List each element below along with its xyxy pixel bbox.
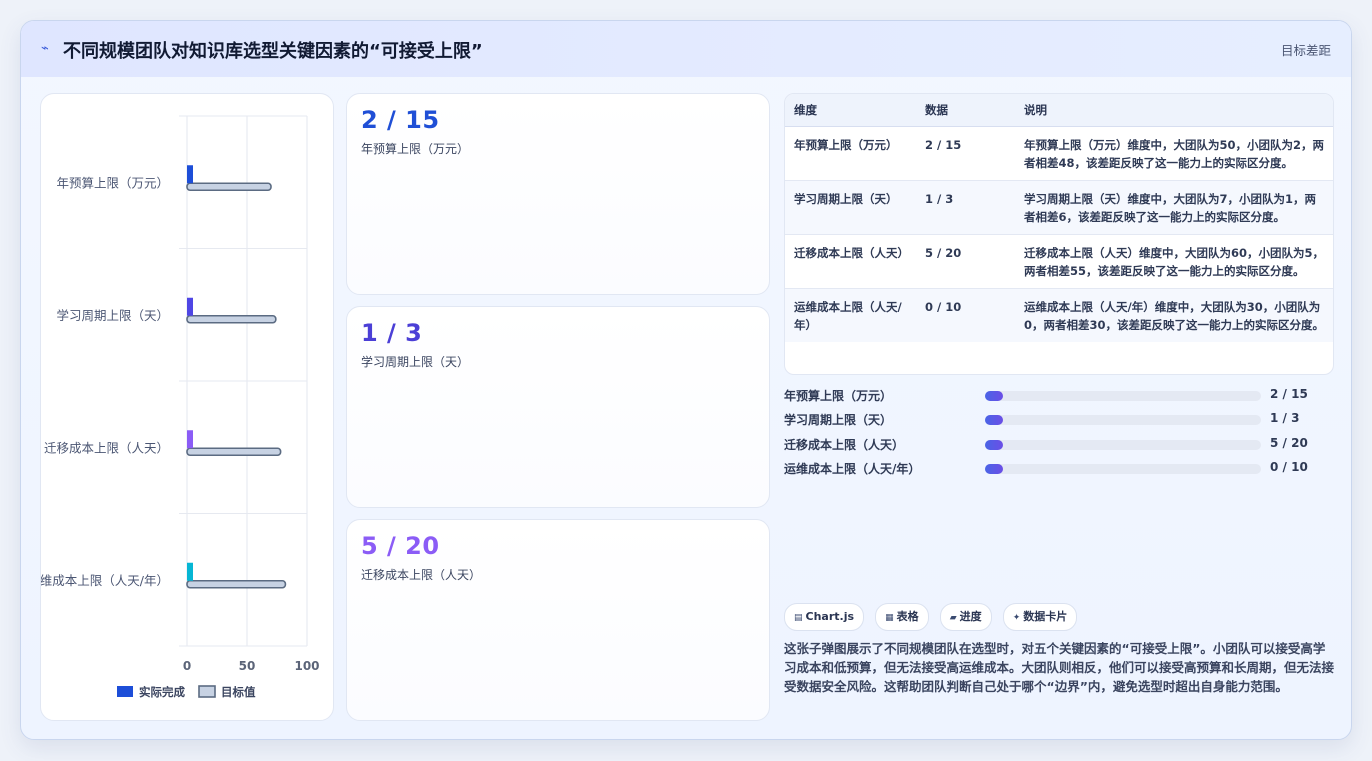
category-label: 学习周期上限（天） bbox=[56, 308, 169, 323]
table-cell-description: 学习周期上限（天）维度中，大团队为7，小团队为1，两者相差6，该差距反映了这一能… bbox=[1015, 180, 1333, 235]
progress-row: 年预算上限（万元） 2 / 15 bbox=[784, 385, 1334, 405]
table-cell-description: 迁移成本上限（人天）维度中，大团队为60，小团队为5，两者相差55，该差距反映了… bbox=[1015, 234, 1333, 289]
progress-row: 运维成本上限（人天/年） 0 / 10 bbox=[784, 458, 1334, 478]
stat-card-migration: 5 / 20 迁移成本上限（人天） bbox=[346, 519, 770, 721]
chart-description: 这张子弹图展示了不同规模团队在选型时，对五个关键因素的“可接受上限”。小团队可以… bbox=[784, 641, 1335, 694]
header-right-label: 目标差距 bbox=[1280, 43, 1331, 58]
stat-label: 迁移成本上限（人天） bbox=[361, 568, 482, 582]
bar-actual bbox=[187, 430, 193, 449]
table-cell-data: 1 / 3 bbox=[916, 180, 1015, 235]
category-label: 运维成本上限（人天/年） bbox=[41, 573, 169, 588]
data-table: 维度 数据 说明 年预算上限（万元） 2 / 15 年预算上限（万元）维度中，大… bbox=[784, 93, 1334, 375]
progress-row: 学习周期上限（天） 1 / 3 bbox=[784, 409, 1334, 429]
bullet-chart-panel: 年预算上限（万元） 学习周期上限（天） 迁移成本上限（人天） 运维成本上限（人天/年）… bbox=[40, 93, 334, 721]
stat-value: 2 / 15 bbox=[361, 106, 440, 134]
table-row: 年预算上限（万元） 2 / 15 年预算上限（万元）维度中，大团队为50，小团队… bbox=[785, 126, 1333, 181]
bar-target bbox=[186, 447, 282, 457]
table-header-description: 说明 bbox=[1015, 94, 1333, 127]
table-cell-description: 年预算上限（万元）维度中，大团队为50，小团队为2，两者相差48，该差距反映了这… bbox=[1015, 126, 1333, 181]
card-header: ⌁ 不同规模团队对知识库选型关键因素的“可接受上限” 目标差距 bbox=[21, 21, 1351, 77]
progress-track bbox=[985, 391, 1261, 401]
stat-label: 学习周期上限（天） bbox=[361, 355, 470, 369]
progress-label: 年预算上限（万元） bbox=[784, 389, 893, 403]
progress-label: 迁移成本上限（人天） bbox=[784, 438, 905, 452]
stat-card-budget: 2 / 15 年预算上限（万元） bbox=[346, 93, 770, 295]
table-cell-dimension: 年预算上限（万元） bbox=[785, 126, 916, 181]
table-cell-data: 0 / 10 bbox=[916, 288, 1015, 342]
table-row: 运维成本上限（人天/年） 0 / 10 运维成本上限（人天/年）维度中，大团队为… bbox=[785, 288, 1333, 342]
table-row: 学习周期上限（天） 1 / 3 学习周期上限（天）维度中，大团队为7，小团队为1… bbox=[785, 180, 1333, 235]
grid-icon: ▦ bbox=[885, 613, 894, 623]
progress-track bbox=[985, 440, 1261, 450]
progress-value: 1 / 3 bbox=[1270, 411, 1300, 425]
progress-fill bbox=[985, 440, 1004, 450]
chip-label: 表格 bbox=[896, 610, 919, 623]
progress-icon: ▰ bbox=[949, 613, 957, 623]
x-tick-label: 50 bbox=[239, 659, 256, 673]
table-icon: ▤ bbox=[794, 613, 803, 623]
x-tick-label: 100 bbox=[294, 659, 319, 673]
legend-swatch-actual bbox=[117, 686, 133, 697]
table-cell-dimension: 运维成本上限（人天/年） bbox=[785, 288, 916, 342]
chip-label: Chart.js bbox=[805, 610, 855, 623]
table-cell-dimension: 学习周期上限（天） bbox=[785, 180, 916, 235]
bar-actual bbox=[187, 562, 193, 581]
table-cell-dimension: 迁移成本上限（人天） bbox=[785, 234, 916, 289]
progress-fill bbox=[985, 415, 1004, 425]
table-cell-data: 5 / 20 bbox=[916, 234, 1015, 289]
table-cell-description: 运维成本上限（人天/年）维度中，大团队为30，小团队为0，两者相差30，该差距反… bbox=[1015, 288, 1333, 342]
progress-fill bbox=[985, 464, 1004, 474]
table-row: 迁移成本上限（人天） 5 / 20 迁移成本上限（人天）维度中，大团队为60，小… bbox=[785, 234, 1333, 289]
bar-actual bbox=[187, 297, 193, 316]
progress-label: 运维成本上限（人天/年） bbox=[784, 462, 921, 476]
chip-progress[interactable]: ▰ 进度 bbox=[939, 603, 992, 631]
stat-card-learning: 1 / 3 学习周期上限（天） bbox=[346, 306, 770, 508]
bar-target bbox=[186, 579, 287, 589]
progress-fill bbox=[985, 391, 1004, 401]
progress-label: 学习周期上限（天） bbox=[784, 413, 893, 427]
progress-value: 5 / 20 bbox=[1270, 436, 1308, 450]
chart-card: ⌁ 不同规模团队对知识库选型关键因素的“可接受上限” 目标差距 年预算上限（万元… bbox=[20, 20, 1352, 740]
tag-chips: ▤ Chart.js ▦ 表格 ▰ 进度 ✦ 数据卡片 bbox=[784, 603, 1083, 631]
chip-table[interactable]: ▦ 表格 bbox=[875, 603, 929, 631]
progress-value: 2 / 15 bbox=[1270, 387, 1308, 401]
table-header-dimension: 维度 bbox=[785, 94, 916, 127]
x-tick-label: 0 bbox=[183, 659, 191, 673]
progress-row: 迁移成本上限（人天） 5 / 20 bbox=[784, 434, 1334, 454]
category-label: 迁移成本上限（人天） bbox=[44, 440, 169, 455]
card-title: 不同规模团队对知识库选型关键因素的“可接受上限” bbox=[63, 41, 483, 62]
legend-swatch-target bbox=[198, 685, 216, 698]
bar-target bbox=[186, 314, 277, 324]
bar-actual bbox=[187, 165, 193, 184]
bar-target bbox=[186, 182, 272, 192]
stat-value: 5 / 20 bbox=[361, 532, 440, 560]
progress-track bbox=[985, 464, 1261, 474]
progress-value: 0 / 10 bbox=[1270, 460, 1308, 474]
chip-data-card[interactable]: ✦ 数据卡片 bbox=[1002, 603, 1078, 631]
sparkle-icon: ✦ bbox=[1012, 613, 1021, 623]
progress-track bbox=[985, 415, 1261, 425]
legend-label-target: 目标值 bbox=[221, 685, 256, 699]
chart-pulse-icon: ⌁ bbox=[41, 41, 49, 56]
chip-chartjs[interactable]: ▤ Chart.js bbox=[784, 603, 865, 631]
table-header-data: 数据 bbox=[916, 94, 1015, 127]
category-label: 年预算上限（万元） bbox=[56, 175, 169, 190]
legend-label-actual: 实际完成 bbox=[139, 685, 185, 699]
stat-value: 1 / 3 bbox=[361, 319, 423, 347]
table-cell-data: 2 / 15 bbox=[916, 126, 1015, 181]
chip-label: 数据卡片 bbox=[1023, 610, 1068, 623]
stat-label: 年预算上限（万元） bbox=[361, 142, 470, 156]
bullet-chart: 年预算上限（万元） 学习周期上限（天） 迁移成本上限（人天） 运维成本上限（人天/年）… bbox=[41, 115, 320, 699]
chip-label: 进度 bbox=[959, 610, 982, 623]
